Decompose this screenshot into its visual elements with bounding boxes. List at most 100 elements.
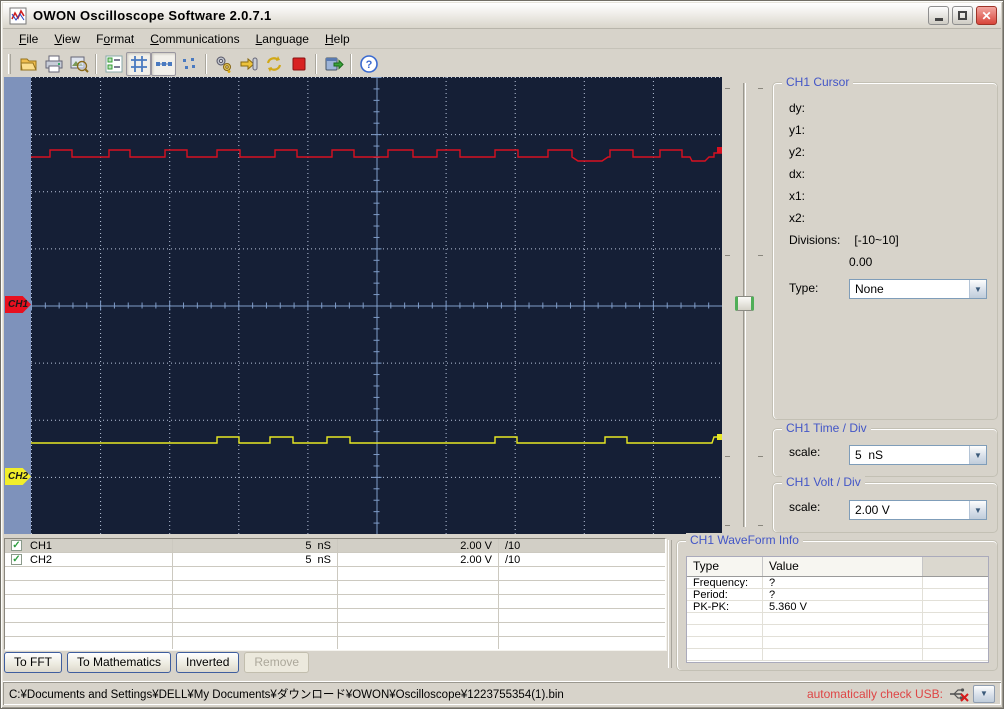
ch2-visible-checkbox[interactable]: ✓ bbox=[11, 554, 22, 565]
slider-tick bbox=[758, 525, 763, 526]
ch1-time-div-title: CH1 Time / Div bbox=[782, 421, 871, 435]
cursor-field-x2: x2: bbox=[789, 211, 806, 225]
info-cell bbox=[763, 649, 923, 660]
info-row bbox=[687, 649, 988, 661]
print-button[interactable] bbox=[41, 52, 66, 76]
settings-button[interactable] bbox=[211, 52, 236, 76]
info-cell bbox=[763, 613, 923, 624]
settings-gears-icon bbox=[216, 56, 231, 73]
channel-name: CH2 bbox=[30, 553, 53, 566]
stop-button[interactable] bbox=[286, 52, 311, 76]
ch1-position-marker[interactable]: CH1 bbox=[5, 296, 31, 313]
help-button[interactable]: ? bbox=[356, 52, 381, 76]
grid-icon bbox=[130, 55, 147, 72]
maximize-icon bbox=[958, 11, 967, 20]
time-scale-select[interactable]: 5 nS ▼ bbox=[849, 445, 987, 465]
chevron-down-icon[interactable]: ▼ bbox=[969, 446, 986, 464]
channel-row-ch1[interactable]: ✓ CH1 5 nS 2.00 V/10 bbox=[5, 539, 665, 553]
waveform-info-table: Type Value Frequency:? Period:? PK-PK: 5.360 … bbox=[686, 556, 989, 663]
info-cell: Frequency: bbox=[687, 577, 763, 588]
channel-row-empty bbox=[5, 623, 665, 637]
record-export-button[interactable] bbox=[321, 52, 346, 76]
channel-row-empty bbox=[5, 581, 665, 595]
volt-scale-label: scale: bbox=[789, 500, 821, 514]
divisions-value: [-10~10] bbox=[854, 233, 899, 247]
slider-tick bbox=[758, 456, 763, 457]
volt-scale-select[interactable]: 2.00 V ▼ bbox=[849, 500, 987, 520]
cursor-field-y1: y1: bbox=[789, 123, 806, 137]
file-path: C:¥Documents and Settings¥DELL¥My Docume… bbox=[9, 688, 564, 701]
toolbar-separator bbox=[350, 53, 352, 74]
cursor-field-y2: y2: bbox=[789, 145, 806, 159]
minimize-icon bbox=[934, 18, 943, 21]
dots-line-toggle-button[interactable] bbox=[151, 51, 176, 76]
chevron-down-icon[interactable]: ▼ bbox=[969, 501, 986, 519]
dots-toggle-button[interactable] bbox=[176, 52, 201, 76]
channel-list-button[interactable] bbox=[101, 52, 126, 76]
divisions-extra-value: 0.00 bbox=[849, 255, 873, 269]
to-fft-button[interactable]: To FFT bbox=[4, 652, 62, 673]
slider-tick bbox=[758, 255, 763, 256]
info-cell bbox=[923, 649, 988, 660]
ch1-time-div-panel: CH1 Time / Div scale: 5 nS ▼ bbox=[772, 421, 998, 477]
info-cell: Period: bbox=[687, 589, 763, 600]
channel-name: CH1 bbox=[30, 539, 53, 552]
panel-splitter[interactable] bbox=[668, 540, 672, 668]
ch1-visible-checkbox[interactable]: ✓ bbox=[11, 540, 22, 551]
refresh-button[interactable] bbox=[261, 52, 286, 76]
maximize-button[interactable] bbox=[952, 6, 973, 25]
print-preview-button[interactable] bbox=[66, 52, 91, 76]
time-scale-value: 5 nS bbox=[855, 448, 884, 462]
cursor-type-label: Type: bbox=[789, 281, 819, 295]
close-button[interactable]: ✕ bbox=[976, 6, 997, 25]
channel-timebase: 5 nS bbox=[173, 539, 338, 552]
cursor-field-dx: dx: bbox=[789, 167, 806, 181]
menu-help[interactable]: Help bbox=[317, 31, 358, 48]
info-header-cell bbox=[923, 557, 988, 576]
minimize-button[interactable] bbox=[928, 6, 949, 25]
ch2-position-marker[interactable]: CH2 bbox=[5, 468, 31, 485]
toolbar-grip[interactable] bbox=[8, 53, 11, 74]
menu-format[interactable]: Format bbox=[88, 31, 142, 48]
to-mathematics-button[interactable]: To Mathematics bbox=[67, 652, 172, 673]
inverted-button[interactable]: Inverted bbox=[176, 652, 240, 673]
ch1-volt-div-panel: CH1 Volt / Div scale: 2.00 V ▼ bbox=[772, 475, 998, 533]
record-export-icon bbox=[325, 57, 344, 70]
info-cell bbox=[763, 625, 923, 636]
chevron-down-icon[interactable]: ▼ bbox=[969, 280, 986, 298]
import-button[interactable] bbox=[236, 52, 261, 76]
channel-row-ch2[interactable]: ✓ CH2 5 nS 2.00 V/10 bbox=[5, 553, 665, 567]
cursor-type-select[interactable]: None ▼ bbox=[849, 279, 987, 299]
slider-tick bbox=[725, 88, 730, 89]
waveform-info-title: CH1 WaveForm Info bbox=[686, 533, 803, 547]
channel-list-icon bbox=[105, 55, 122, 72]
channels-table: ✓ CH1 5 nS 2.00 V/10 ✓ CH2 5 nS 2.00 V/10 bbox=[4, 538, 666, 650]
svg-text:?: ? bbox=[365, 59, 372, 71]
channel-row-empty bbox=[5, 567, 665, 581]
open-file-button[interactable] bbox=[16, 52, 41, 76]
grid-toggle-button[interactable] bbox=[126, 51, 151, 76]
slider-handle[interactable] bbox=[735, 296, 754, 311]
print-icon bbox=[45, 55, 62, 72]
channel-row-empty bbox=[5, 595, 665, 609]
info-row: PK-PK: 5.360 V bbox=[687, 601, 988, 613]
menu-file[interactable]: File bbox=[11, 31, 46, 48]
menubar: File View Format Communications Language Help bbox=[3, 31, 1001, 49]
divisions-row: Divisions: [-10~10] bbox=[773, 229, 997, 251]
info-row bbox=[687, 637, 988, 649]
info-cell bbox=[923, 601, 988, 612]
dots-icon bbox=[182, 57, 195, 69]
menu-communications[interactable]: Communications bbox=[142, 31, 247, 48]
channel-voltage: 2.00 V bbox=[338, 553, 499, 566]
menu-language[interactable]: Language bbox=[248, 31, 317, 48]
app-icon bbox=[9, 7, 27, 24]
time-scale-label: scale: bbox=[789, 445, 821, 459]
info-cell bbox=[763, 637, 923, 648]
channel-attenuation: /10 bbox=[505, 553, 521, 566]
channel-row-empty bbox=[5, 637, 665, 649]
channel-timebase: 5 nS bbox=[173, 553, 338, 566]
usb-dropdown-button[interactable]: ▼ bbox=[973, 684, 995, 703]
ch1-cursor-title: CH1 Cursor bbox=[782, 75, 854, 89]
ch1-volt-div-title: CH1 Volt / Div bbox=[782, 475, 865, 489]
menu-view[interactable]: View bbox=[46, 31, 88, 48]
